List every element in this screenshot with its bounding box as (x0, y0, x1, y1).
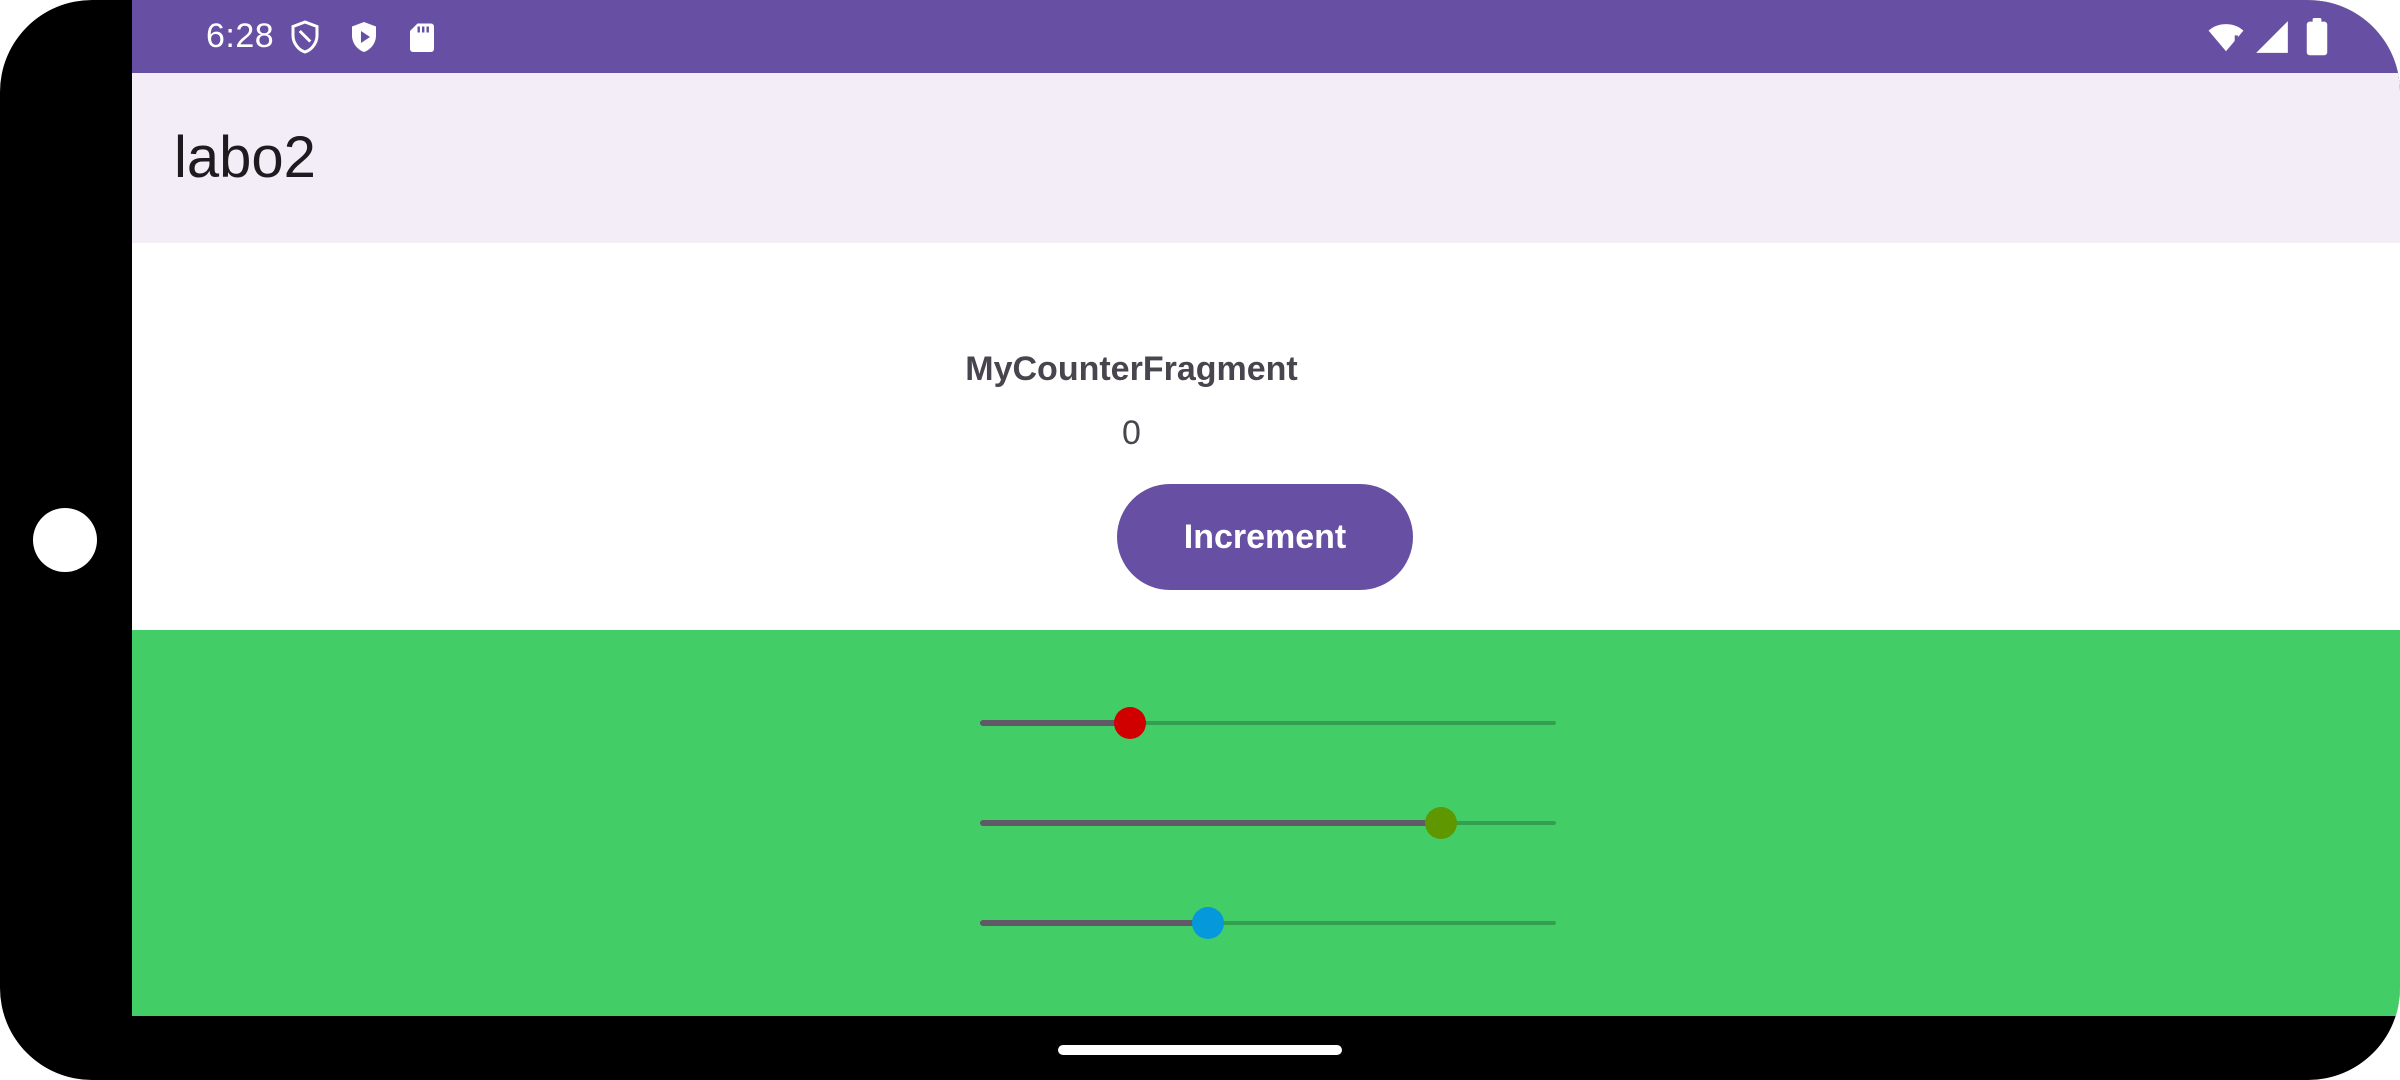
status-time: 6:28 (206, 17, 275, 55)
shield-outline-icon (287, 18, 323, 56)
blue-slider[interactable] (980, 898, 1556, 948)
slider-active-track (980, 920, 1208, 926)
green-slider[interactable] (980, 798, 1556, 848)
slider-active-track (980, 820, 1441, 826)
front-camera (33, 508, 97, 572)
app-screen: 6:28 labo2 MyCounterFragment 0 Increment (132, 0, 2400, 1016)
cell-signal-icon (2252, 18, 2292, 56)
top-app-bar: labo2 (132, 73, 2400, 243)
slider-thumb[interactable] (1424, 807, 1457, 839)
increment-button[interactable]: Increment (1117, 484, 1413, 590)
gesture-nav-handle[interactable] (1058, 1045, 1342, 1055)
slider-thumb[interactable] (1113, 707, 1146, 739)
color-slider-panel (132, 630, 2400, 1016)
slider-active-track (980, 720, 1130, 726)
wifi-icon (2206, 18, 2246, 56)
battery-icon (2302, 18, 2332, 56)
fragment-title: MyCounterFragment (965, 350, 1298, 388)
status-bar: 6:28 (132, 0, 2400, 73)
sd-card-icon (404, 18, 440, 56)
app-title: labo2 (174, 125, 316, 190)
counter-fragment: MyCounterFragment 0 Increment (132, 243, 2400, 630)
play-protect-icon (346, 18, 382, 56)
red-slider[interactable] (980, 698, 1556, 748)
device-frame: 6:28 labo2 MyCounterFragment 0 Increment (0, 0, 2400, 1080)
slider-thumb[interactable] (1191, 907, 1224, 939)
counter-value: 0 (1122, 414, 1141, 452)
